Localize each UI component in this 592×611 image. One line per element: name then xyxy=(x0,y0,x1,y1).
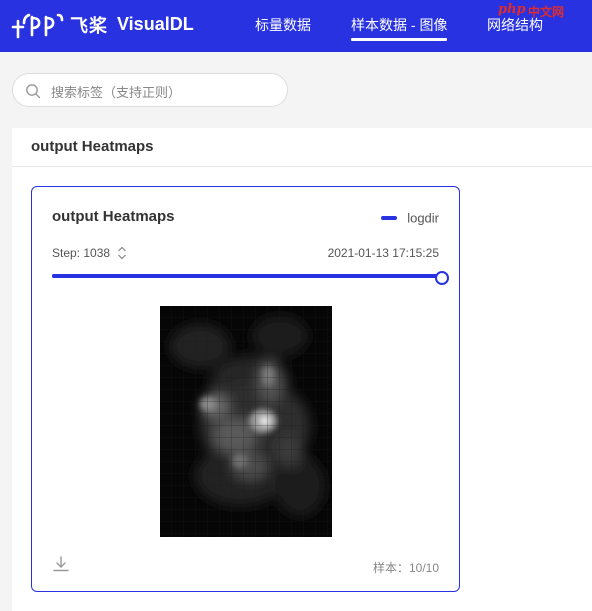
slider-handle[interactable] xyxy=(435,271,449,285)
tag-search-input[interactable] xyxy=(49,81,283,103)
app-name: VisualDL xyxy=(117,14,194,34)
watermark-cn-text: 中文网 xyxy=(528,5,565,19)
run-legend: logdir xyxy=(380,209,439,227)
top-nav-bar: 飞桨 VisualDL 标量数据 样本数据 - 图像 网络结构 php 中文网 xyxy=(0,0,592,52)
slider-fill xyxy=(52,274,440,278)
brand-name: 飞桨 xyxy=(70,16,108,36)
watermark-php-text: php xyxy=(498,2,526,17)
heatmap-image xyxy=(160,306,332,537)
active-tab-indicator xyxy=(351,38,447,41)
nav-tab-scalars[interactable]: 标量数据 xyxy=(255,15,311,35)
chevron-up-down-icon[interactable] xyxy=(117,246,127,260)
search-icon xyxy=(26,84,41,99)
paddle-logo-icon xyxy=(11,13,64,39)
legend-run-label: logdir xyxy=(407,210,439,226)
card-title: output Heatmaps xyxy=(52,208,175,225)
site-watermark: php 中文网 xyxy=(498,0,592,22)
sample-count: 样本：10/10 xyxy=(372,561,439,575)
image-sample-card: output Heatmaps logdir Step: 1038 2021-0… xyxy=(31,186,460,592)
tag-group-title: output Heatmaps xyxy=(31,138,154,155)
step-label: Step: 1038 xyxy=(52,246,111,260)
nav-tab-samples-image[interactable]: 样本数据 - 图像 xyxy=(351,15,447,35)
legend-swatch xyxy=(380,215,397,220)
tag-search-box[interactable] xyxy=(12,73,288,107)
download-icon[interactable] xyxy=(52,555,70,573)
tag-group-header[interactable]: output Heatmaps xyxy=(12,128,592,167)
step-slider[interactable] xyxy=(52,271,449,285)
sample-timestamp: 2021-01-13 17:15:25 xyxy=(327,246,439,260)
